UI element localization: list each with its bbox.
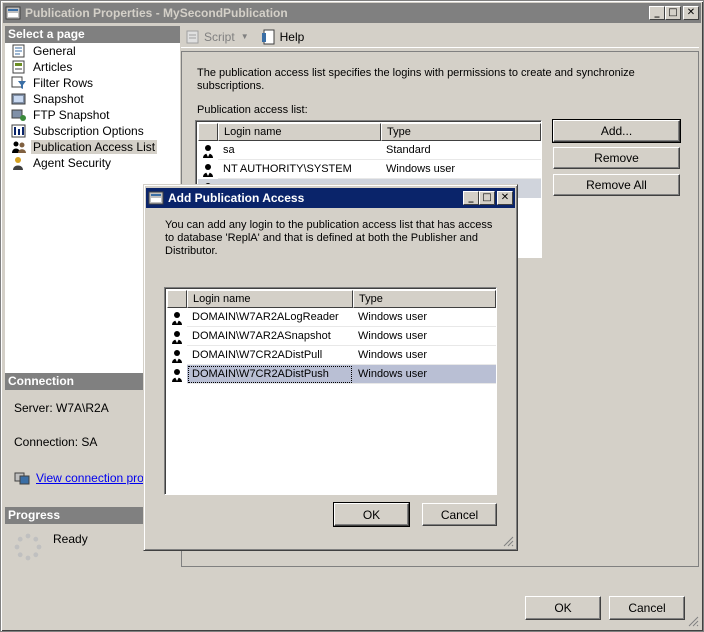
dialog-app-icon — [148, 190, 164, 206]
user-icon — [167, 346, 187, 365]
pal-list-label: Publication access list: — [197, 104, 308, 116]
user-icon — [167, 308, 187, 327]
maximize-button[interactable]: □ — [665, 6, 681, 20]
pal-description: The publication access list specifies th… — [197, 67, 635, 92]
page-publication-access-list[interactable]: Publication Access List — [11, 139, 158, 155]
page-general[interactable]: General — [11, 43, 78, 59]
dialog-minimize-button[interactable]: _ — [463, 191, 479, 205]
progress-status: Ready — [53, 532, 88, 546]
page-articles[interactable]: Articles — [11, 59, 74, 75]
pal-header-login[interactable]: Login name — [218, 123, 381, 141]
options-icon — [11, 124, 27, 138]
users-icon — [11, 140, 27, 154]
dialog-description: You can add any login to the publication… — [165, 219, 493, 257]
script-button[interactable]: Script ▼ — [185, 29, 249, 45]
login-grid[interactable]: Login name Type DOMAIN\W7AR2ALogReader W… — [164, 287, 497, 495]
user-icon — [167, 327, 187, 346]
dialog-resize-grip-icon[interactable] — [502, 535, 514, 547]
main-titlebar[interactable]: Publication Properties - MySecondPublica… — [3, 3, 701, 23]
remove-all-button[interactable]: Remove All — [553, 174, 680, 196]
articles-icon — [11, 60, 27, 74]
snapshot-icon — [11, 92, 27, 106]
page-ftp-snapshot[interactable]: FTP Snapshot — [11, 107, 112, 123]
pal-header-icon-col — [198, 123, 218, 141]
connection-text: Connection: SA — [14, 435, 98, 449]
script-icon — [185, 29, 201, 45]
agent-icon — [11, 156, 27, 170]
view-connection-link[interactable]: View connection prope — [14, 471, 157, 485]
dialog-cancel-button[interactable]: Cancel — [422, 503, 497, 526]
page-snapshot[interactable]: Snapshot — [11, 91, 86, 107]
select-page-header: Select a page — [5, 26, 180, 43]
resize-grip-icon[interactable] — [687, 615, 699, 627]
publication-icon — [5, 5, 21, 21]
minimize-button[interactable]: _ — [649, 6, 665, 20]
user-icon — [167, 365, 187, 384]
table-row[interactable]: DOMAIN\W7AR2ALogReader Windows user — [167, 308, 496, 327]
login-header-type[interactable]: Type — [353, 290, 496, 308]
main-title: Publication Properties - MySecondPublica… — [25, 6, 288, 20]
table-row[interactable]: DOMAIN\W7CR2ADistPull Windows user — [167, 346, 496, 365]
general-icon — [11, 44, 27, 58]
user-icon — [198, 141, 218, 160]
dialog-title: Add Publication Access — [168, 191, 305, 205]
main-cancel-button[interactable]: Cancel — [609, 596, 685, 620]
ftp-icon — [11, 108, 27, 122]
server-text: Server: W7A\R2A — [14, 401, 109, 415]
chevron-down-icon: ▼ — [240, 32, 249, 41]
dialog-close-button[interactable]: ✕ — [497, 191, 513, 205]
dialog-maximize-button[interactable]: □ — [479, 191, 495, 205]
help-icon — [261, 29, 277, 45]
add-publication-access-dialog: Add Publication Access _ □ ✕ You can add… — [143, 184, 518, 551]
table-row[interactable]: DOMAIN\W7CR2ADistPush Windows user — [167, 365, 496, 384]
dialog-ok-button[interactable]: OK — [333, 502, 410, 527]
login-header-icon-col — [167, 290, 187, 308]
toolbar: Script ▼ Help — [181, 26, 699, 48]
filter-icon — [11, 76, 27, 90]
table-row[interactable]: NT AUTHORITY\SYSTEM Windows user — [198, 160, 541, 179]
connection-properties-icon — [14, 471, 30, 485]
help-button[interactable]: Help — [261, 29, 304, 45]
remove-button[interactable]: Remove — [553, 147, 680, 169]
user-icon — [198, 160, 218, 179]
page-filter-rows[interactable]: Filter Rows — [11, 75, 95, 91]
progress-spinner-icon — [14, 533, 42, 561]
table-row[interactable]: DOMAIN\W7AR2ASnapshot Windows user — [167, 327, 496, 346]
pal-header-type[interactable]: Type — [381, 123, 541, 141]
add-button[interactable]: Add... — [552, 119, 681, 143]
page-agent-security[interactable]: Agent Security — [11, 155, 113, 171]
dialog-titlebar[interactable]: Add Publication Access _ □ ✕ — [146, 188, 515, 208]
login-header-login[interactable]: Login name — [187, 290, 353, 308]
table-row[interactable]: sa Standard — [198, 141, 541, 160]
page-subscription-options[interactable]: Subscription Options — [11, 123, 146, 139]
main-ok-button[interactable]: OK — [525, 596, 601, 620]
close-button[interactable]: ✕ — [683, 6, 699, 20]
